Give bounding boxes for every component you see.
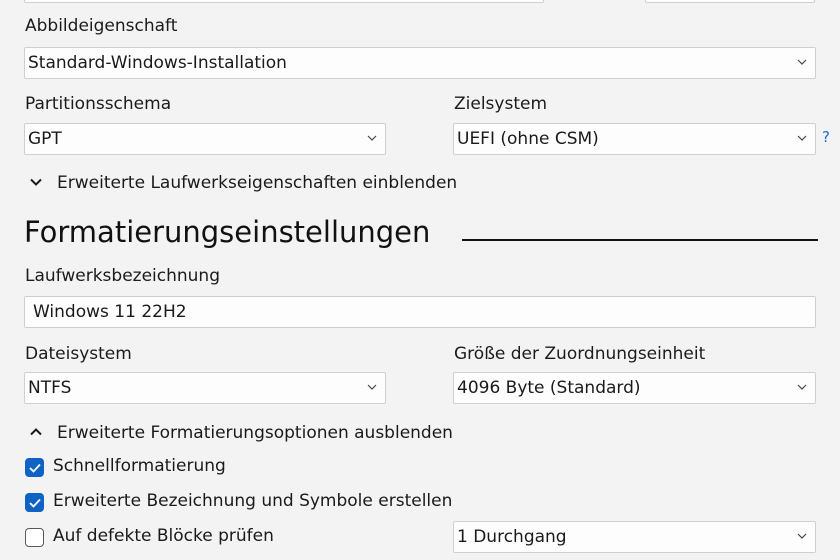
filesystem-label: Dateisystem: [25, 344, 132, 364]
chevron-down-icon: [367, 135, 377, 141]
section-divider: [462, 239, 818, 241]
section-title-format: Formatierungseinstellungen: [24, 215, 431, 249]
image-option-select[interactable]: Standard-Windows-Installation: [24, 47, 816, 79]
chevron-down-icon: [797, 384, 807, 390]
chevron-down-icon: [797, 533, 807, 539]
passes-value: 1 Durchgang: [457, 527, 567, 547]
filesystem-select[interactable]: NTFS: [24, 372, 386, 404]
chevron-down-icon: [797, 59, 807, 65]
partition-scheme-label: Partitionsschema: [25, 94, 172, 114]
volume-label-label: Laufwerksbezeichnung: [25, 266, 220, 286]
checkmark-icon: [29, 498, 41, 508]
chevron-up-icon: [30, 428, 42, 436]
target-system-label: Zielsystem: [454, 94, 548, 114]
hide-advanced-format-label: Erweiterte Formatierungsoptionen ausblen…: [57, 423, 453, 443]
bad-blocks-label[interactable]: Auf defekte Blöcke prüfen: [53, 526, 274, 546]
top-dropdown-partial-left[interactable]: [24, 0, 544, 3]
volume-label-value: Windows 11 22H2: [33, 302, 187, 322]
cluster-size-value: 4096 Byte (Standard): [457, 378, 641, 398]
chevron-down-icon: [367, 384, 377, 390]
quick-format-label[interactable]: Schnellformatierung: [53, 456, 226, 476]
image-option-label: Abbildeigenschaft: [25, 16, 178, 36]
cluster-size-select[interactable]: 4096 Byte (Standard): [453, 372, 816, 404]
checkmark-icon: [29, 463, 41, 473]
show-advanced-drive-label: Erweiterte Laufwerkseigenschaften einble…: [57, 173, 458, 193]
extended-label-checkbox[interactable]: [25, 493, 44, 512]
target-system-value: UEFI (ohne CSM): [457, 129, 599, 149]
partition-scheme-select[interactable]: GPT: [24, 123, 386, 155]
help-icon[interactable]: ?: [822, 128, 830, 146]
show-advanced-drive-toggle[interactable]: Erweiterte Laufwerkseigenschaften einble…: [30, 173, 500, 195]
top-dropdown-partial-right[interactable]: [645, 0, 815, 3]
cluster-size-label: Größe der Zuordnungseinheit: [454, 344, 706, 364]
volume-label-input[interactable]: Windows 11 22H2: [24, 296, 816, 328]
image-option-value: Standard-Windows-Installation: [28, 53, 287, 73]
quick-format-checkbox[interactable]: [25, 458, 44, 477]
bad-blocks-checkbox[interactable]: [25, 528, 44, 547]
hide-advanced-format-toggle[interactable]: Erweiterte Formatierungsoptionen ausblen…: [30, 423, 500, 445]
target-system-select[interactable]: UEFI (ohne CSM): [453, 123, 816, 155]
filesystem-value: NTFS: [28, 378, 72, 398]
passes-select[interactable]: 1 Durchgang: [453, 521, 816, 553]
partition-scheme-value: GPT: [28, 129, 62, 149]
chevron-down-icon: [797, 135, 807, 141]
chevron-down-icon: [30, 178, 42, 186]
extended-label-label[interactable]: Erweiterte Bezeichnung und Symbole erste…: [53, 491, 452, 511]
